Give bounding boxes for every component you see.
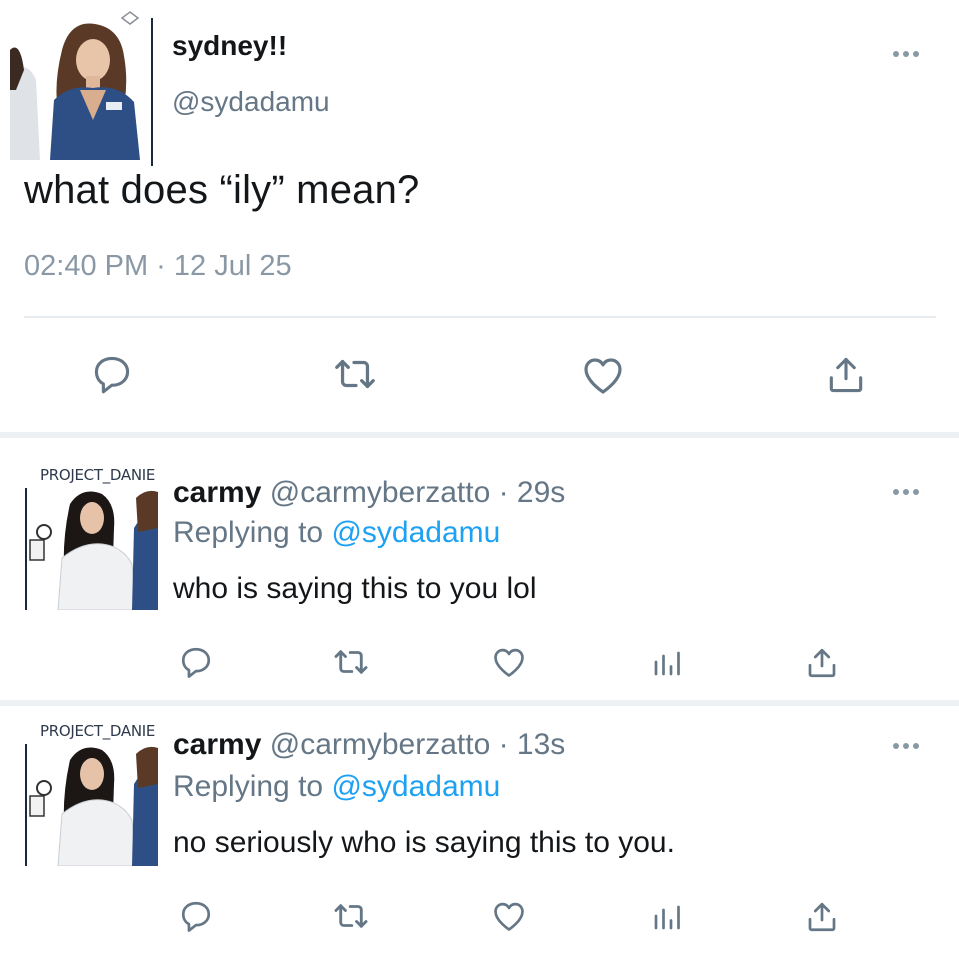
tweet-text: no seriously who is saying this to you. (173, 826, 675, 859)
avatar[interactable] (22, 488, 158, 610)
retweet-icon (335, 359, 375, 389)
retweet-button[interactable] (330, 642, 372, 682)
mention-link[interactable]: @sydadamu (331, 516, 500, 549)
like-button[interactable] (578, 350, 628, 400)
mention-link[interactable]: @sydadamu (331, 770, 500, 803)
more-options-button[interactable] (886, 736, 926, 756)
retweet-icon (334, 904, 368, 928)
tweet-timestamp[interactable]: 02:40 PM · 12 Jul 25 (24, 250, 292, 283)
dot-icon (893, 489, 899, 495)
handle-and-time[interactable]: @carmyberzatto · 13s (270, 728, 566, 761)
reply-tweet: PROJECT_DANIE carmy @carmyberzatto · 29s (0, 438, 959, 700)
reply-icon (94, 356, 130, 394)
share-button[interactable] (822, 350, 870, 400)
replying-prefix: Replying to (173, 516, 332, 549)
divider (24, 316, 936, 318)
like-button[interactable] (488, 642, 530, 682)
reply-tweet: PROJECT_DANIE carmy @carmyberzatto · 13s… (0, 706, 959, 960)
dot-icon (913, 489, 919, 495)
reply-button[interactable] (176, 896, 216, 936)
reply-header: carmy @carmyberzatto · 29s (173, 476, 565, 510)
share-icon (808, 902, 836, 932)
more-options-button[interactable] (886, 44, 926, 64)
like-button[interactable] (488, 896, 530, 936)
reply-header: carmy @carmyberzatto · 13s (173, 728, 565, 762)
retweet-button[interactable] (330, 350, 380, 398)
share-icon (808, 648, 836, 678)
dot-icon (893, 51, 899, 57)
share-button[interactable] (802, 642, 842, 684)
replying-to: Replying to @sydadamu (173, 770, 500, 804)
dot-icon (893, 743, 899, 749)
reply-button[interactable] (176, 642, 216, 682)
reply-icon (181, 647, 211, 678)
dot-icon (903, 489, 909, 495)
replying-prefix: Replying to (173, 770, 332, 803)
handle[interactable]: @sydadamu (172, 86, 330, 118)
handle-and-time[interactable]: @carmyberzatto · 29s (270, 476, 566, 509)
reply-button[interactable] (88, 350, 136, 398)
retweet-icon (334, 650, 368, 674)
dot-icon (903, 743, 909, 749)
avatar[interactable] (22, 744, 158, 866)
dot-icon (903, 51, 909, 57)
reply-icon (181, 901, 211, 932)
analytics-button[interactable] (648, 896, 688, 936)
dot-icon (913, 51, 919, 57)
display-name[interactable]: carmy (173, 476, 261, 509)
retweet-button[interactable] (330, 896, 372, 936)
avatar[interactable] (10, 10, 160, 166)
share-button[interactable] (802, 896, 842, 938)
main-tweet: sydney!! @sydadamu what does “ily” mean?… (0, 0, 959, 432)
tweet-text: what does “ily” mean? (24, 168, 420, 212)
share-icon (829, 357, 863, 393)
display-name[interactable]: carmy (173, 728, 261, 761)
avatar-watermark: PROJECT_DANIE (40, 722, 156, 740)
more-options-button[interactable] (886, 482, 926, 502)
analytics-icon (654, 905, 680, 930)
like-icon (584, 358, 622, 394)
like-icon (494, 902, 524, 931)
analytics-icon (654, 651, 680, 676)
like-icon (494, 648, 524, 677)
replying-to: Replying to @sydadamu (173, 516, 500, 550)
dot-icon (913, 743, 919, 749)
analytics-button[interactable] (648, 642, 688, 682)
avatar-watermark: PROJECT_DANIE (40, 466, 156, 484)
tweet-text: who is saying this to you lol (173, 572, 537, 605)
display-name[interactable]: sydney!! (172, 30, 287, 62)
